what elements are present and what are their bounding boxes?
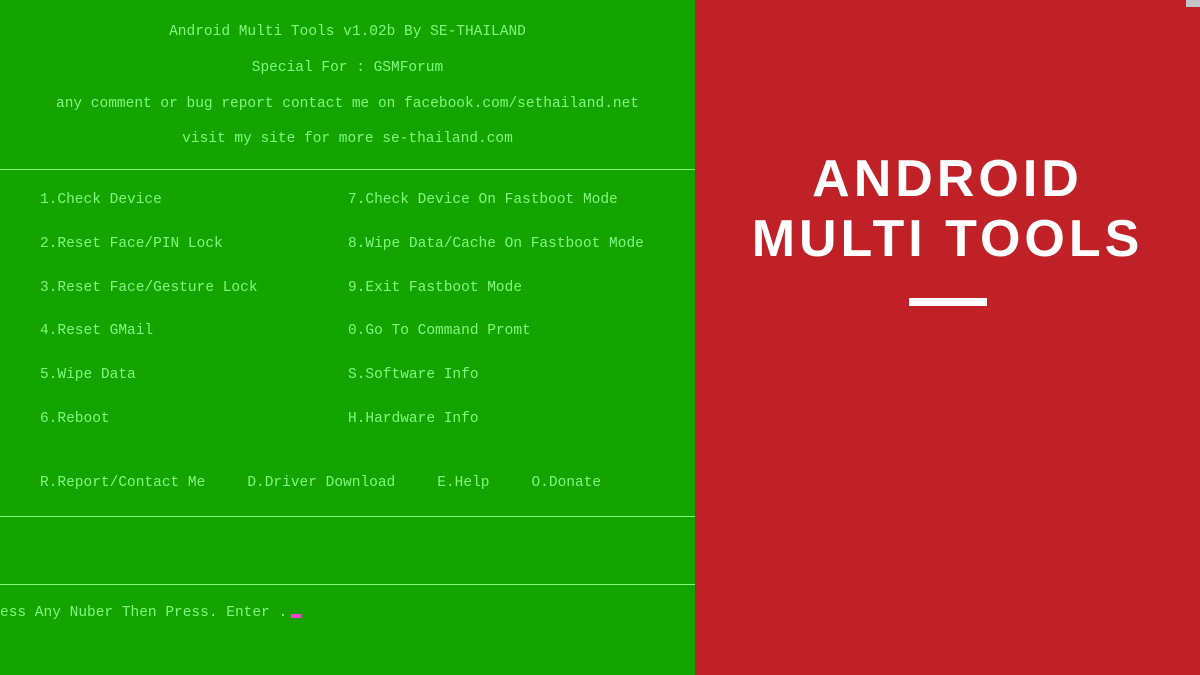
header-section: Android Multi Tools v1.02b By SE-THAILAN… — [0, 0, 695, 170]
banner-line-1: ANDROID — [752, 150, 1144, 210]
menu-report-contact[interactable]: R.Report/Contact Me — [40, 473, 205, 495]
banner-panel: ANDROID MULTI TOOLS — [695, 0, 1200, 675]
menu-driver-download[interactable]: D.Driver Download — [247, 473, 395, 495]
contact-info: any comment or bug report contact me on … — [12, 94, 683, 116]
banner-underline — [909, 298, 987, 306]
menu-reset-face-pin[interactable]: 2.Reset Face/PIN Lock — [40, 234, 348, 256]
menu-hardware-info[interactable]: H.Hardware Info — [348, 409, 655, 431]
cursor-icon — [291, 614, 301, 618]
menu-help[interactable]: E.Help — [437, 473, 489, 495]
menu-software-info[interactable]: S.Software Info — [348, 365, 655, 387]
scrollbar-thumb[interactable] — [1186, 0, 1200, 7]
banner-line-2: MULTI TOOLS — [752, 210, 1144, 270]
menu-command-prompt[interactable]: 0.Go To Command Promt — [348, 321, 655, 343]
banner-title: ANDROID MULTI TOOLS — [752, 150, 1144, 270]
menu-reboot[interactable]: 6.Reboot — [40, 409, 348, 431]
prompt-text: ess Any Nuber Then Press. Enter . — [0, 603, 287, 625]
menu-column-left: 1.Check Device 2.Reset Face/PIN Lock 3.R… — [40, 190, 348, 453]
menu-check-device-fastboot[interactable]: 7.Check Device On Fastboot Mode — [348, 190, 655, 212]
prompt-section[interactable]: ess Any Nuber Then Press. Enter . — [0, 584, 695, 625]
special-for: Special For : GSMForum — [12, 58, 683, 80]
menu-donate[interactable]: O.Donate — [531, 473, 601, 495]
bottom-menu-row: R.Report/Contact Me D.Driver Download E.… — [0, 453, 695, 495]
menu-exit-fastboot[interactable]: 9.Exit Fastboot Mode — [348, 278, 655, 300]
menu-section: 1.Check Device 2.Reset Face/PIN Lock 3.R… — [0, 170, 695, 517]
menu-wipe-data[interactable]: 5.Wipe Data — [40, 365, 348, 387]
visit-site: visit my site for more se-thailand.com — [12, 129, 683, 151]
menu-reset-face-gesture[interactable]: 3.Reset Face/Gesture Lock — [40, 278, 348, 300]
terminal-panel: Android Multi Tools v1.02b By SE-THAILAN… — [0, 0, 695, 675]
menu-column-right: 7.Check Device On Fastboot Mode 8.Wipe D… — [348, 190, 655, 453]
menu-columns: 1.Check Device 2.Reset Face/PIN Lock 3.R… — [0, 190, 695, 453]
app-title: Android Multi Tools v1.02b By SE-THAILAN… — [12, 22, 683, 44]
menu-wipe-data-fastboot[interactable]: 8.Wipe Data/Cache On Fastboot Mode — [348, 234, 655, 256]
menu-check-device[interactable]: 1.Check Device — [40, 190, 348, 212]
menu-reset-gmail[interactable]: 4.Reset GMail — [40, 321, 348, 343]
